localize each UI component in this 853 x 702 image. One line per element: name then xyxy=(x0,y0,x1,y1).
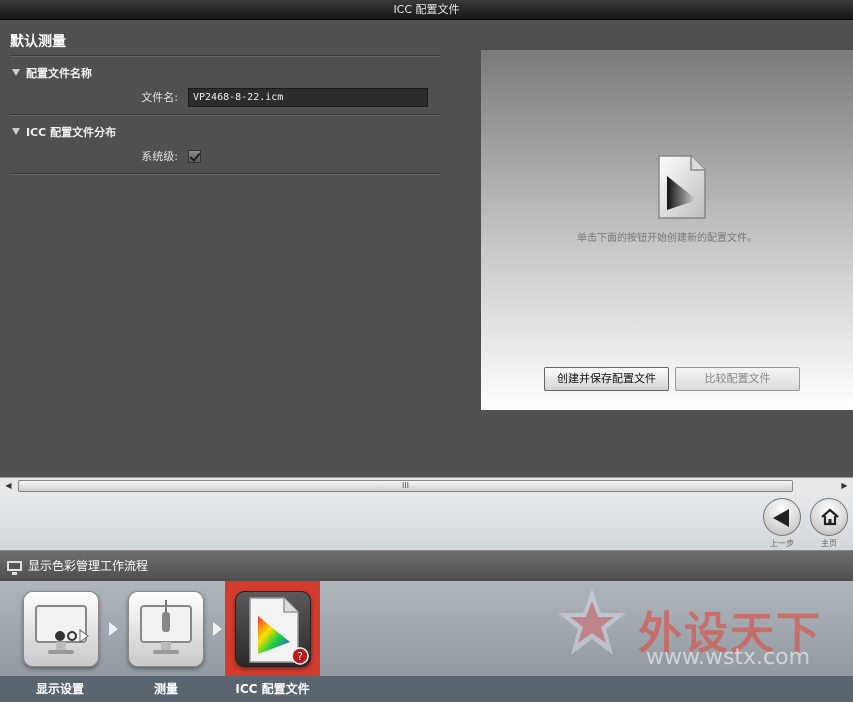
filename-input[interactable]: VP2468-8-22.icm xyxy=(188,87,428,107)
step-label: ICC 配置文件 xyxy=(235,682,310,696)
divider xyxy=(10,173,440,174)
main-content: 默认测量 配置文件名称 文件名: VP2468-8-22.icm ICC 配置文… xyxy=(0,20,853,477)
measurement-icon xyxy=(140,600,192,654)
star-logo-icon xyxy=(558,589,626,655)
preview-message: 单击下面的按钮开始创建新的配置文件。 xyxy=(577,233,757,244)
monitor-icon xyxy=(7,561,22,575)
workflow-title: 显示色彩管理工作流程 xyxy=(28,559,149,573)
back-button[interactable] xyxy=(763,498,801,536)
profile-preview-pane: 单击下面的按钮开始创建新的配置文件。 创建并保存配置文件 比较配置文件 xyxy=(481,50,853,410)
workflow-steps: 外设天下 www.wstx.com ? 显示设置 测量 ICC 配置文件 xyxy=(0,581,853,702)
step-display-settings[interactable] xyxy=(23,591,99,667)
step-label: 显示设置 xyxy=(35,682,84,696)
horizontal-scrollbar[interactable]: ◀ III ▶ xyxy=(0,477,853,494)
workflow-header: 显示色彩管理工作流程 xyxy=(0,551,853,581)
section-profile-name[interactable]: 配置文件名称 xyxy=(10,64,440,84)
page-title: 默认测量 xyxy=(10,30,440,56)
filename-row: 文件名: VP2468-8-22.icm xyxy=(10,84,440,110)
compare-profile-button[interactable]: 比较配置文件 xyxy=(675,367,800,391)
settings-panel: 默认测量 配置文件名称 文件名: VP2468-8-22.icm ICC 配置文… xyxy=(10,30,440,174)
display-settings-icon xyxy=(35,605,89,654)
watermark-url: www.wstx.com xyxy=(646,645,811,670)
home-label: 主页 xyxy=(821,539,837,548)
document-icon xyxy=(658,155,706,219)
system-level-label: 系统级: xyxy=(141,150,178,163)
triangle-down-icon xyxy=(12,69,20,76)
window-title: ICC 配置文件 xyxy=(0,0,853,20)
step-label: 测量 xyxy=(153,682,178,696)
section-title-label: ICC 配置文件分布 xyxy=(26,126,117,139)
scrollbar-thumb[interactable]: III xyxy=(18,480,793,492)
back-label: 上一步 xyxy=(770,539,794,548)
active-step-highlight: ? xyxy=(225,581,320,676)
triangle-down-icon xyxy=(12,128,20,135)
home-button[interactable] xyxy=(810,498,848,536)
filename-label: 文件名: xyxy=(141,91,178,104)
svg-text:?: ? xyxy=(297,650,303,663)
divider xyxy=(10,114,440,115)
system-level-checkbox[interactable] xyxy=(188,149,201,163)
navigation-bar: 上一步 主页 xyxy=(0,494,853,551)
step-measurement[interactable] xyxy=(128,591,204,667)
create-save-profile-button[interactable]: 创建并保存配置文件 xyxy=(544,367,669,391)
home-icon xyxy=(821,508,839,526)
scroll-left-icon[interactable]: ◀ xyxy=(0,478,17,494)
arrow-right-icon xyxy=(213,622,222,636)
section-icc-distribution[interactable]: ICC 配置文件分布 xyxy=(10,123,440,143)
icc-profile-icon: ? xyxy=(249,597,309,665)
arrow-right-icon xyxy=(109,622,118,636)
back-arrow-icon xyxy=(773,509,789,527)
scroll-right-icon[interactable]: ▶ xyxy=(836,478,853,494)
section-title-label: 配置文件名称 xyxy=(26,67,92,80)
system-level-row: 系统级: xyxy=(10,143,440,169)
step-icc-profile[interactable]: ? xyxy=(235,591,311,667)
